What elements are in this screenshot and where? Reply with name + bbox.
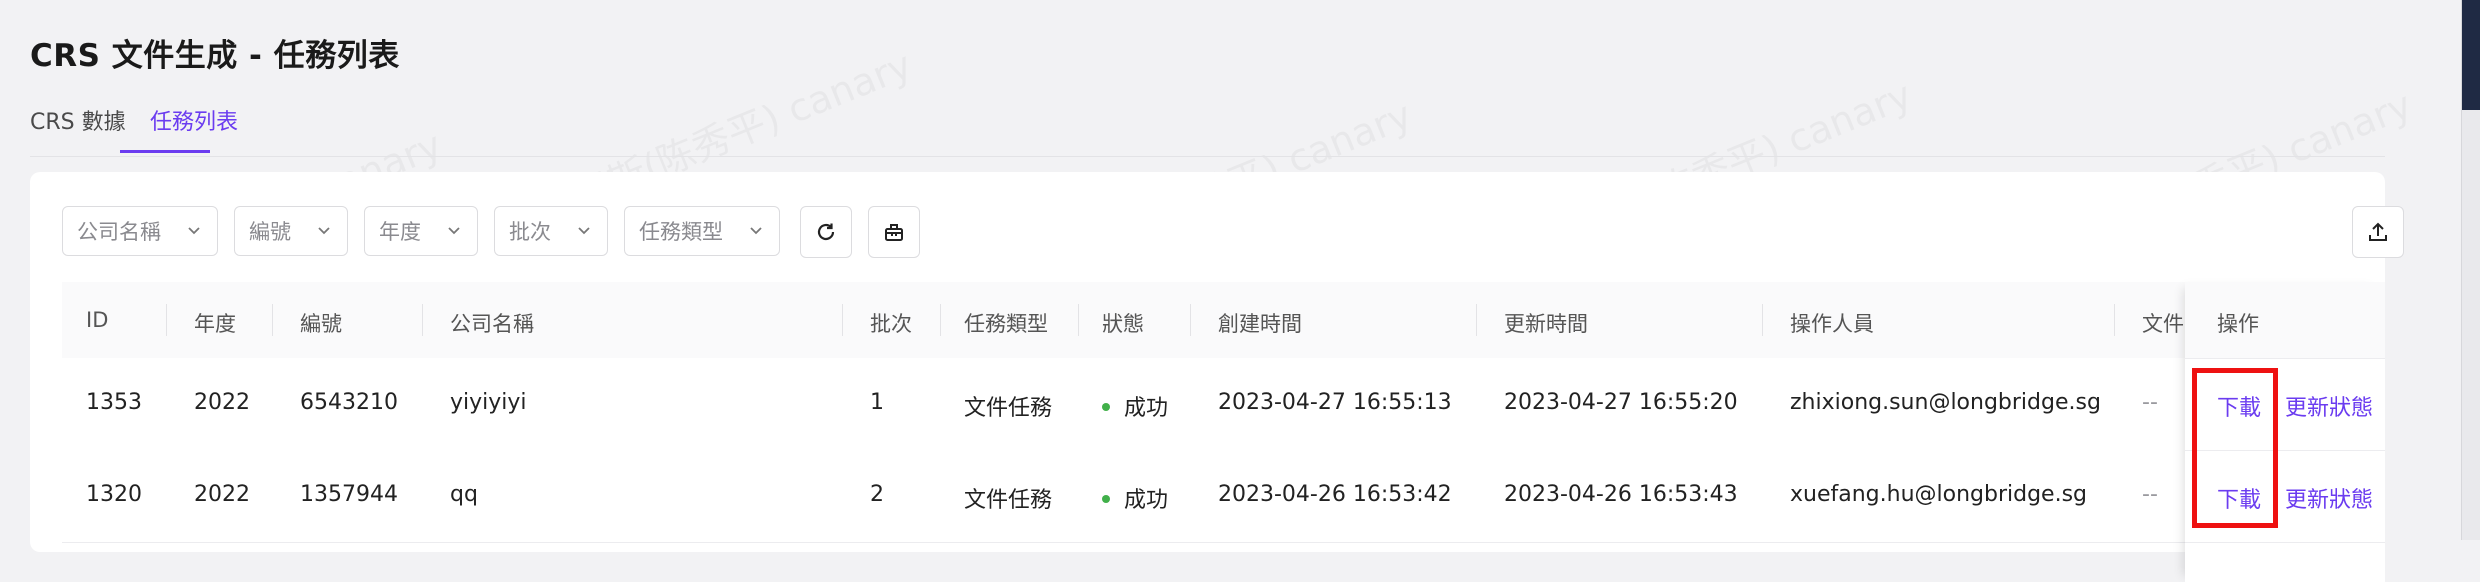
cell-company: qq: [450, 482, 478, 507]
cell-year: 2022: [194, 390, 250, 415]
cell-created: 2023-04-26 16:53:42: [1218, 482, 1452, 507]
table-row: 1353 2022 6543210 yiyiyiyi 1 文件任務 成功 202…: [62, 358, 2353, 451]
column-divider: [422, 304, 423, 336]
cell-year: 2022: [194, 482, 250, 507]
column-divider: [842, 304, 843, 336]
cell-operator: xuefang.hu@longbridge.sg: [1790, 482, 2087, 507]
export-button[interactable]: [2352, 206, 2404, 258]
column-divider: [1762, 304, 1763, 336]
active-tab-indicator: [120, 150, 210, 153]
column-header-file[interactable]: 文件: [2142, 308, 2184, 338]
window-edge-dark: [2462, 0, 2480, 110]
status-text: 成功: [1124, 488, 1169, 513]
status-dot-icon: [1102, 403, 1110, 411]
column-header-code[interactable]: 編號: [300, 308, 342, 338]
update-status-link[interactable]: 更新狀態: [2285, 482, 2373, 514]
table-header: ID 年度 編號 公司名稱 批次 任務類型 狀態 創建時間 更新時間 操作人員 …: [62, 282, 2353, 359]
cell-updated: 2023-04-27 16:55:20: [1504, 390, 1738, 415]
column-header-actions: 操作: [2217, 312, 2259, 336]
filter-placeholder: 編號: [249, 220, 291, 244]
tab-bar: CRS 數據 任務列表: [30, 100, 2385, 157]
clear-filters-button[interactable]: [868, 206, 920, 258]
cell-updated: 2023-04-26 16:53:43: [1504, 482, 1738, 507]
cell-code: 1357944: [300, 482, 398, 507]
chevron-down-icon: [448, 227, 460, 235]
status-dot-icon: [1102, 495, 1110, 503]
column-header-year[interactable]: 年度: [194, 308, 236, 338]
filter-placeholder: 公司名稱: [77, 220, 161, 244]
cell-id: 1353: [86, 390, 142, 415]
cell-file: --: [2142, 390, 2158, 415]
column-header-task-type[interactable]: 任務類型: [964, 308, 1048, 338]
task-table-card: 公司名稱 編號 年度 批次 任務類型 ID 年度 編號 公司名稱 批次 任務類型…: [30, 172, 2404, 582]
batch-filter[interactable]: 批次: [494, 206, 608, 256]
status-text: 成功: [1124, 396, 1169, 421]
operations-header: 操作: [2185, 282, 2385, 359]
column-header-company[interactable]: 公司名稱: [450, 308, 534, 338]
refresh-button[interactable]: [800, 206, 852, 258]
filter-placeholder: 年度: [379, 220, 421, 244]
tab-crs-data[interactable]: CRS 數據: [30, 104, 126, 136]
column-divider: [1190, 304, 1191, 336]
column-divider: [166, 304, 167, 336]
cell-operator: zhixiong.sun@longbridge.sg: [1790, 390, 2101, 415]
column-header-operator[interactable]: 操作人員: [1790, 308, 1874, 338]
cell-task-type: 文件任務: [964, 396, 1053, 421]
table-row: 1320 2022 1357944 qq 2 文件任務 成功 2023-04-2…: [62, 450, 2353, 543]
column-divider: [2114, 304, 2115, 336]
page-title: CRS 文件生成 - 任務列表: [30, 38, 400, 74]
refresh-icon: [817, 223, 835, 241]
task-type-filter[interactable]: 任務類型: [624, 206, 780, 256]
clear-icon: [885, 224, 903, 241]
update-status-link[interactable]: 更新狀態: [2285, 390, 2373, 422]
upload-icon: [2369, 222, 2387, 241]
column-header-id[interactable]: ID: [86, 308, 108, 332]
cell-created: 2023-04-27 16:55:13: [1218, 390, 1452, 415]
chevron-down-icon: [188, 227, 200, 235]
cell-status: 成功: [1102, 482, 1168, 514]
column-divider: [1078, 304, 1079, 336]
cell-status: 成功: [1102, 390, 1168, 422]
cell-id: 1320: [86, 482, 142, 507]
chevron-down-icon: [318, 227, 330, 235]
code-filter[interactable]: 編號: [234, 206, 348, 256]
annotation-highlight-box: [2192, 368, 2278, 528]
column-header-batch[interactable]: 批次: [870, 308, 912, 338]
cell-file: --: [2142, 482, 2158, 507]
column-divider: [272, 304, 273, 336]
filter-placeholder: 任務類型: [639, 220, 723, 244]
chevron-down-icon: [750, 227, 762, 235]
cell-task-type: 文件任務: [964, 488, 1053, 513]
cell-batch: 2: [870, 482, 884, 507]
column-divider: [940, 304, 941, 336]
filter-placeholder: 批次: [509, 220, 551, 244]
chevron-down-icon: [578, 227, 590, 235]
company-name-filter[interactable]: 公司名稱: [62, 206, 218, 256]
cell-batch: 1: [870, 390, 884, 415]
column-divider: [1476, 304, 1477, 336]
column-header-updated[interactable]: 更新時間: [1504, 308, 1588, 338]
tab-task-list[interactable]: 任務列表: [150, 104, 238, 136]
column-header-status[interactable]: 狀態: [1102, 308, 1144, 338]
cell-code: 6543210: [300, 390, 398, 415]
cell-company: yiyiyiyi: [450, 390, 527, 415]
column-header-created[interactable]: 創建時間: [1218, 308, 1302, 338]
year-filter[interactable]: 年度: [364, 206, 478, 256]
